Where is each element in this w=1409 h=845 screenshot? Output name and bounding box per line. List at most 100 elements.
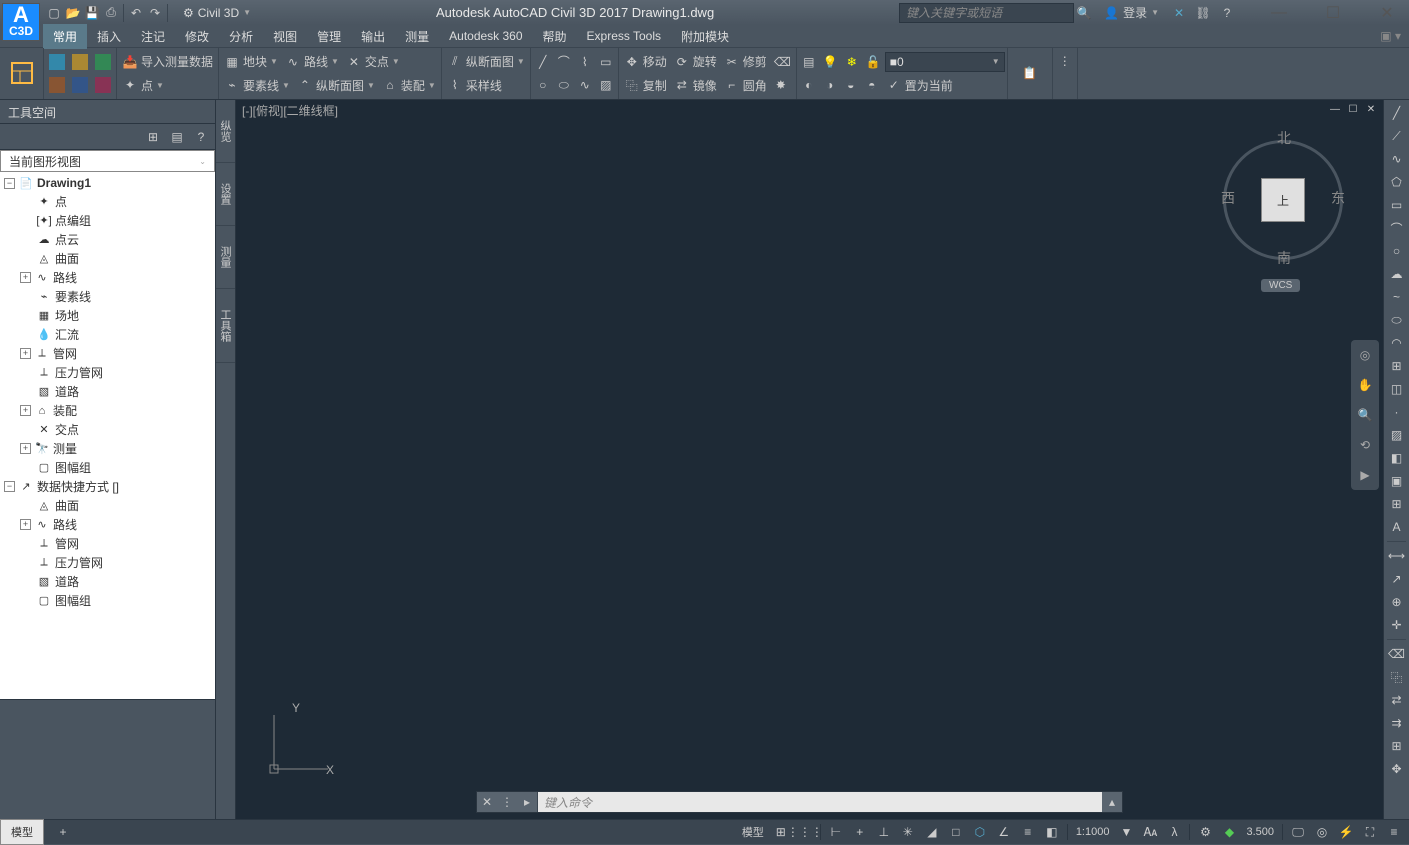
undo-icon[interactable]: ↶ bbox=[127, 4, 145, 22]
rt-pline-icon[interactable]: ∿ bbox=[1386, 148, 1408, 170]
compass-east[interactable]: 东 bbox=[1331, 188, 1345, 208]
menu-insert[interactable]: 插入 bbox=[87, 24, 131, 49]
tree-node-pointcloud[interactable]: ☁点云 bbox=[2, 230, 213, 249]
tree-root[interactable]: − 📄 Drawing1 bbox=[2, 174, 213, 192]
circle-icon[interactable]: ○ bbox=[533, 74, 553, 96]
menu-home[interactable]: 常用 bbox=[43, 24, 87, 49]
rt-revcloud-icon[interactable]: ☁ bbox=[1386, 263, 1408, 285]
lineweight-icon[interactable]: ≡ bbox=[1017, 822, 1039, 842]
copy-button[interactable]: ⿻复制 bbox=[621, 74, 670, 96]
tree-node-viewframe[interactable]: ▢图幅组 bbox=[2, 458, 213, 477]
new-icon[interactable]: ▢ bbox=[45, 4, 63, 22]
elev-marker-icon[interactable]: ◆ bbox=[1218, 822, 1240, 842]
menu-modify[interactable]: 修改 bbox=[175, 24, 219, 49]
layer-btn-b[interactable]: ◑ bbox=[820, 74, 840, 96]
cleanscreen-icon[interactable]: ⛶ bbox=[1359, 822, 1381, 842]
elevation-value[interactable]: 3.500 bbox=[1242, 826, 1278, 838]
rt-hatch-icon[interactable]: ▨ bbox=[1386, 424, 1408, 446]
rt-ellipsearc-icon[interactable]: ◠ bbox=[1386, 332, 1408, 354]
menu-addins[interactable]: 附加模块 bbox=[671, 24, 739, 49]
tree-node-survey[interactable]: +🔭测量 bbox=[2, 439, 213, 458]
exchange-icon[interactable]: ✕ bbox=[1169, 3, 1189, 23]
tree-node-point[interactable]: ✦点 bbox=[2, 192, 213, 211]
rt-tolerance-icon[interactable]: ⊕ bbox=[1386, 591, 1408, 613]
rt-move-icon[interactable]: ✥ bbox=[1386, 758, 1408, 780]
cmd-prompt-icon[interactable]: ▸ bbox=[517, 792, 537, 812]
explode-icon[interactable]: ✸ bbox=[771, 74, 791, 96]
ortho-icon[interactable]: ⊥ bbox=[873, 822, 895, 842]
isolate-icon[interactable]: ◎ bbox=[1311, 822, 1333, 842]
vp-close-icon[interactable]: ✕ bbox=[1363, 102, 1379, 116]
tree-node-surface[interactable]: ◬曲面 bbox=[2, 249, 213, 268]
tab-prospector[interactable]: 纵览 bbox=[216, 100, 235, 163]
polar-icon[interactable]: ✳ bbox=[897, 822, 919, 842]
maximize-button[interactable]: ☐ bbox=[1315, 3, 1351, 23]
rt-copy-icon[interactable]: ⿻ bbox=[1386, 666, 1408, 688]
tree-icon-btn[interactable]: ⊞ bbox=[143, 126, 163, 148]
tree-node-pointgroup[interactable]: [✦]点编组 bbox=[2, 211, 213, 230]
login-button[interactable]: 👤 登录 ▼ bbox=[1098, 4, 1165, 21]
rt-insert-icon[interactable]: ⊞ bbox=[1386, 355, 1408, 377]
alignments-button[interactable]: ∿路线▼ bbox=[282, 51, 342, 73]
hardware-icon[interactable]: ⚡ bbox=[1335, 822, 1357, 842]
layer-btn-d[interactable]: ◓ bbox=[862, 74, 882, 96]
rt-xline-icon[interactable]: ⟋ bbox=[1386, 125, 1408, 147]
view-combo[interactable]: 当前图形视图 ⌄ bbox=[0, 150, 215, 172]
vp-maximize-icon[interactable]: ☐ bbox=[1345, 102, 1361, 116]
tree-node-alignment[interactable]: +∿路线 bbox=[2, 268, 213, 287]
ribbon-collapse-icon[interactable]: ▣ ▾ bbox=[1380, 29, 1409, 43]
save-icon[interactable]: 💾 bbox=[83, 4, 101, 22]
rt-gradient-icon[interactable]: ◧ bbox=[1386, 447, 1408, 469]
layer-btn-a[interactable]: ◐ bbox=[799, 74, 819, 96]
tab-settings[interactable]: 设置 bbox=[216, 163, 235, 226]
rt-erase-icon[interactable]: ⌫ bbox=[1386, 643, 1408, 665]
paste-button[interactable]: 📋 bbox=[1010, 50, 1050, 96]
isodraft-icon[interactable]: ◢ bbox=[921, 822, 943, 842]
cmd-expand-icon[interactable]: ▴ bbox=[1102, 792, 1122, 812]
model-indicator[interactable]: 模型 bbox=[738, 824, 768, 840]
transparency-icon[interactable]: ◧ bbox=[1041, 822, 1063, 842]
layout-add-icon[interactable]: + bbox=[52, 822, 74, 842]
layer-properties-icon[interactable]: ▤ bbox=[799, 51, 819, 73]
zoom-icon[interactable]: 🔍 bbox=[1354, 404, 1376, 426]
rt-offset-icon[interactable]: ⇉ bbox=[1386, 712, 1408, 734]
preview-icon-btn[interactable]: ▤ bbox=[167, 126, 187, 148]
cmd-handle-icon[interactable]: ⋮ bbox=[497, 792, 517, 812]
viewport-label[interactable]: [-][俯视][二维线框] bbox=[242, 102, 338, 119]
rt-rect-icon[interactable]: ▭ bbox=[1386, 194, 1408, 216]
assembly-button[interactable]: ⌂装配▼ bbox=[379, 74, 439, 96]
palette-btn-6[interactable] bbox=[92, 74, 114, 96]
tab-toolbox[interactable]: 工具箱 bbox=[216, 289, 235, 363]
trim-button[interactable]: ✂修剪 bbox=[721, 51, 770, 73]
fillet-button[interactable]: ⌐圆角 bbox=[721, 74, 770, 96]
customize-icon[interactable]: ≡ bbox=[1383, 822, 1405, 842]
dynamic-input-icon[interactable]: + bbox=[849, 822, 871, 842]
menu-help[interactable]: 帮助 bbox=[533, 24, 577, 49]
palette-btn-1[interactable] bbox=[46, 51, 68, 73]
tree-node-featureline[interactable]: ⌁要素线 bbox=[2, 287, 213, 306]
open-icon[interactable]: 📂 bbox=[64, 4, 82, 22]
autodesk-360-icon[interactable]: ⛓ bbox=[1193, 3, 1213, 23]
menu-annotate[interactable]: 注记 bbox=[131, 24, 175, 49]
search-icon[interactable]: 🔍 bbox=[1074, 3, 1094, 23]
palette-btn-5[interactable] bbox=[69, 74, 91, 96]
palette-btn-3[interactable] bbox=[92, 51, 114, 73]
app-menu-button[interactable]: A C3D bbox=[2, 3, 40, 41]
tree-sc-corridor[interactable]: ▧道路 bbox=[2, 572, 213, 591]
tree-sc-viewframe[interactable]: ▢图幅组 bbox=[2, 591, 213, 610]
spline-icon[interactable]: ∿ bbox=[575, 74, 595, 96]
compass-west[interactable]: 西 bbox=[1221, 188, 1235, 208]
sample-lines-button[interactable]: ⌇采样线 bbox=[444, 74, 505, 96]
menu-a360[interactable]: Autodesk 360 bbox=[439, 25, 532, 47]
help-small-icon[interactable]: ? bbox=[191, 126, 211, 148]
palette-btn-4[interactable] bbox=[46, 74, 68, 96]
tree-node-intersection[interactable]: ✕交点 bbox=[2, 420, 213, 439]
close-button[interactable]: ✕ bbox=[1369, 3, 1405, 23]
rt-block-icon[interactable]: ◫ bbox=[1386, 378, 1408, 400]
rotate-button[interactable]: ⟳旋转 bbox=[671, 51, 720, 73]
command-input[interactable]: 键入命令 bbox=[537, 792, 1102, 812]
snap-icon[interactable]: ⋮⋮⋮ bbox=[794, 822, 816, 842]
menu-express[interactable]: Express Tools bbox=[577, 25, 671, 47]
set-current-button[interactable]: ✓置为当前 bbox=[883, 74, 956, 96]
mirror-button[interactable]: ⇄镜像 bbox=[671, 74, 720, 96]
